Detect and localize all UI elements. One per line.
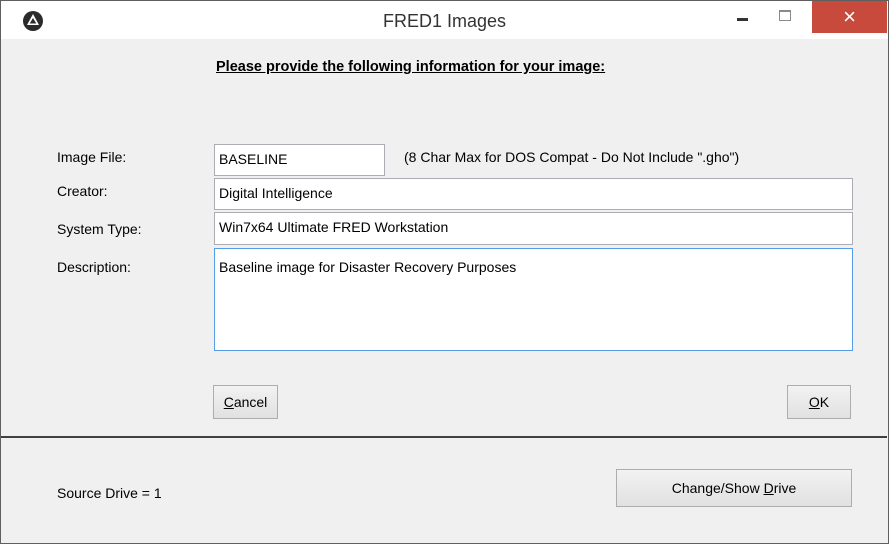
close-icon: × (843, 4, 856, 29)
creator-input[interactable]: Digital Intelligence (214, 178, 853, 210)
change-drive-label-rest: rive (773, 480, 797, 496)
change-show-drive-button[interactable]: Change/Show Drive (616, 469, 852, 507)
title-bar[interactable]: FRED1 Images × (1, 1, 888, 39)
maximize-button[interactable] (769, 1, 803, 33)
change-drive-accel: D (763, 480, 774, 496)
image-file-label: Image File: (57, 149, 127, 165)
ok-accel: O (808, 394, 820, 410)
form-heading: Please provide the following information… (216, 59, 606, 75)
description-textarea[interactable]: Baseline image for Disaster Recovery Pur… (214, 248, 853, 351)
cancel-accel: C (223, 394, 234, 410)
close-button[interactable]: × (812, 1, 887, 33)
creator-label: Creator: (57, 183, 108, 199)
ok-label: K (819, 394, 830, 410)
source-drive-status: Source Drive = 1 (57, 485, 162, 501)
separator (1, 436, 887, 438)
cancel-label: ancel (233, 394, 268, 410)
fred1-images-window: FRED1 Images × Please provide the follow… (0, 0, 889, 544)
minimize-button[interactable] (722, 1, 762, 33)
change-drive-label-pre: Change/Show (671, 480, 764, 496)
cancel-button[interactable]: Cancel (213, 385, 278, 419)
system-type-label: System Type: (57, 221, 142, 237)
image-file-input[interactable]: BASELINE (214, 144, 385, 176)
ok-button[interactable]: OK (787, 385, 851, 419)
description-label: Description: (57, 259, 131, 275)
system-type-input[interactable]: Win7x64 Ultimate FRED Workstation (214, 212, 853, 245)
image-file-hint: (8 Char Max for DOS Compat - Do Not Incl… (404, 149, 740, 165)
